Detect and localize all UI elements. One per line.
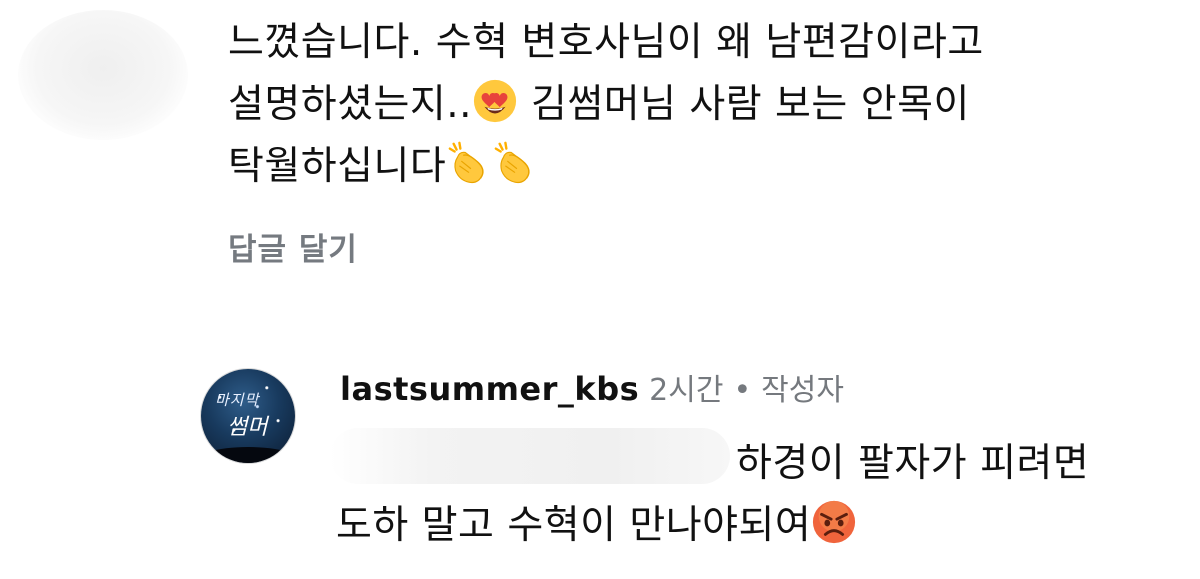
comment-line-2-text: 설명하셨는지..: [228, 82, 473, 127]
meta-separator: •: [733, 373, 752, 408]
reply-text-line-1: 하경이 팔자가 피려면: [736, 441, 1090, 486]
reply-header: lastsummer_kbs 2시간 • 작성자: [340, 365, 844, 409]
reply-button[interactable]: 답글 달기: [228, 224, 358, 269]
author-badge: 작성자: [761, 373, 844, 408]
comment-line-2: 설명하셨는지.. 김썸머님 사람 보는 안목이: [228, 74, 1128, 136]
username-link[interactable]: lastsummer_kbs: [340, 370, 639, 408]
comment-line-2-rest: 김썸머님 사람 보는 안목이: [518, 82, 970, 127]
blurred-commenter-avatar: [18, 10, 188, 140]
reply-meta: 2시간 • 작성자: [649, 373, 844, 408]
avatar-hill: [201, 447, 295, 463]
reply-text-line-2-text: 도하 말고 수혁이 만나야되여: [336, 503, 812, 548]
avatar-title-bottom: 썸머: [227, 415, 268, 440]
avatar[interactable]: 마지막 썸머: [201, 369, 295, 463]
comment-thread: 느꼈습니다. 수혁 변호사님이 왜 남편감이라고 설명하셨는지.. 김썸머님 사…: [0, 0, 1200, 579]
avatar-title-top: 마지막: [215, 391, 260, 409]
comment-line-1: 느꼈습니다. 수혁 변호사님이 왜 남편감이라고: [228, 20, 984, 65]
comment-line-3: 탁월하십니다: [228, 136, 1128, 198]
comment-text: 느꼈습니다. 수혁 변호사님이 왜 남편감이라고 설명하셨는지.. 김썸머님 사…: [228, 12, 1128, 198]
reply-text-line-2: 도하 말고 수혁이 만나야되여: [336, 494, 857, 550]
reply-time: 2시간: [649, 373, 724, 408]
angry-face-icon: [813, 500, 856, 544]
clapping-hands-icon: [494, 141, 530, 184]
blurred-mention: [330, 428, 730, 484]
comment-line-3-text: 탁월하십니다: [228, 144, 447, 189]
clapping-hands-icon: [448, 141, 484, 184]
heart-eyes-emoji-icon: [473, 79, 517, 123]
